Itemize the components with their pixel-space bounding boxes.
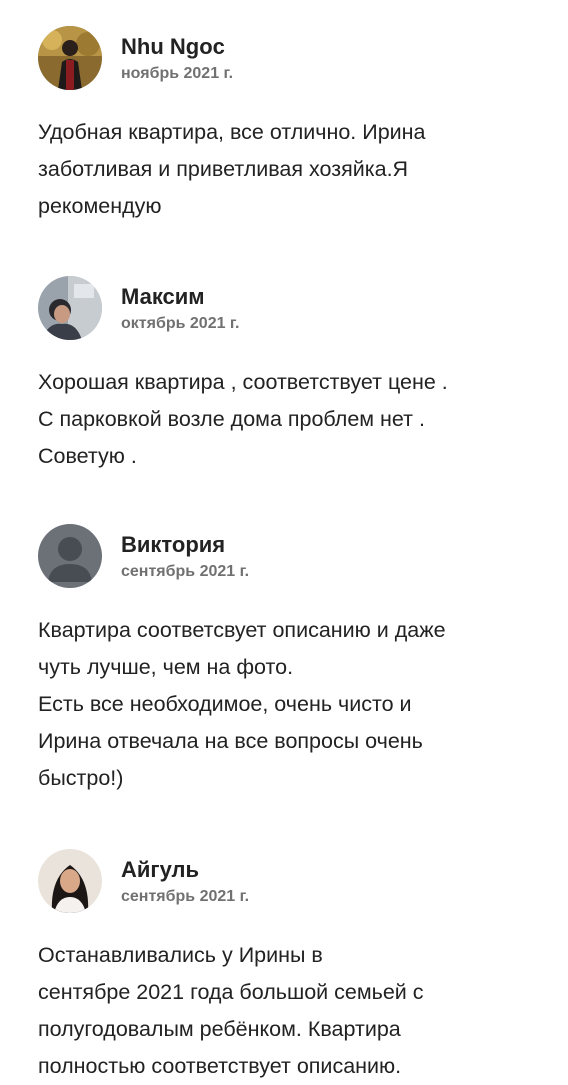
review-line: Квартира соответсвует описанию и даже — [38, 618, 446, 642]
review-line: Советую . — [38, 444, 137, 468]
review-line: рекомендую — [38, 194, 162, 218]
review-date: ноябрь 2021 г. — [121, 65, 234, 82]
review-text: Удобная квартира, все отлично. Ирина заб… — [38, 114, 538, 225]
review-line: Ирина отвечала на все вопросы очень — [38, 729, 423, 753]
review-date: сентябрь 2021 г. — [121, 563, 250, 580]
reviewer-name[interactable]: Максим — [121, 284, 205, 310]
review-date: октябрь 2021 г. — [121, 315, 240, 332]
review-date: сентябрь 2021 г. — [121, 888, 250, 905]
avatar[interactable] — [38, 849, 102, 913]
review-text: Останавливались у Ирины в сентябре 2021 … — [38, 937, 538, 1085]
avatar[interactable] — [38, 26, 102, 90]
reviewer-name[interactable]: Nhu Ngoc — [121, 34, 225, 60]
review-line: Есть все необходимое, очень чисто и — [38, 692, 412, 716]
reviewer-name[interactable]: Айгуль — [121, 857, 199, 883]
review-line: заботливая и приветливая хозяйка.Я — [38, 157, 409, 181]
review-line: полностью соответствует описанию. — [38, 1054, 402, 1078]
review-text: Квартира соответсвует описанию и даже чу… — [38, 612, 538, 797]
review-line: быстро!) — [38, 766, 124, 790]
review-line: полугодовалым ребёнком. Квартира — [38, 1017, 401, 1041]
review-text: Хорошая квартира , соответствует цене . … — [38, 364, 538, 475]
review-line: Останавливались у Ирины в — [38, 943, 323, 967]
default-user-icon — [38, 524, 102, 588]
user-photo-icon — [38, 849, 102, 913]
review-line: сентябре 2021 года большой семьей с — [38, 980, 424, 1004]
review-line: Удобная квартира, все отлично. Ирина — [38, 120, 426, 144]
user-photo-icon — [38, 276, 102, 340]
review-line: чуть лучше, чем на фото. — [38, 655, 294, 679]
avatar[interactable] — [38, 524, 102, 588]
user-photo-icon — [38, 26, 102, 90]
review-line: Хорошая квартира , соответствует цене . — [38, 370, 448, 394]
avatar[interactable] — [38, 276, 102, 340]
reviewer-name[interactable]: Виктория — [121, 532, 225, 558]
review-line: С парковкой возле дома проблем нет . — [38, 407, 425, 431]
